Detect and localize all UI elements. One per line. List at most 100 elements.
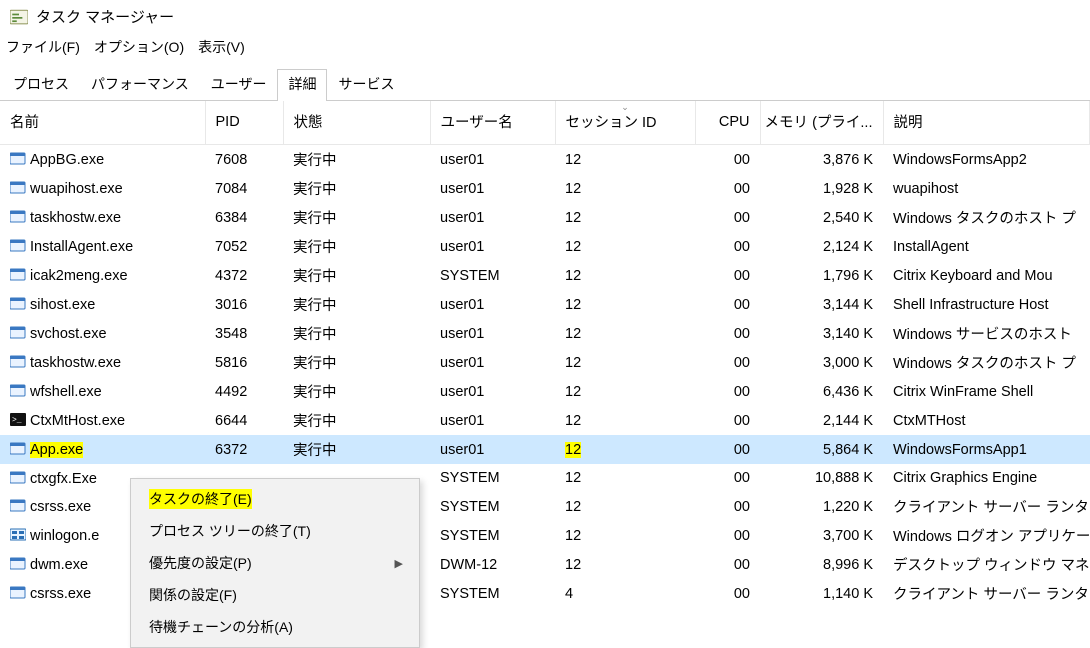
cell-memory: 8,996 K <box>760 550 883 579</box>
menu-view[interactable]: 表示(V) <box>198 37 245 57</box>
menu-file[interactable]: ファイル(F) <box>6 37 80 57</box>
tab-processes[interactable]: プロセス <box>2 69 80 100</box>
cell-pid: 6644 <box>205 406 283 435</box>
table-row[interactable]: wfshell.exe4492実行中user0112006,436 KCitri… <box>0 377 1090 406</box>
cell-cpu: 00 <box>695 406 760 435</box>
table-row[interactable]: svchost.exe3548実行中user0112003,140 KWindo… <box>0 319 1090 348</box>
cell-pid: 7608 <box>205 145 283 175</box>
cell-memory: 10,888 K <box>760 464 883 492</box>
cell-name: svchost.exe <box>0 319 205 348</box>
cell-memory: 6,436 K <box>760 377 883 406</box>
cell-user: SYSTEM <box>430 579 555 608</box>
cell-session: 12 <box>555 319 695 348</box>
cm-priority[interactable]: 優先度の設定(P)▶ <box>133 547 417 579</box>
cell-pid: 4372 <box>205 261 283 290</box>
cell-user: user01 <box>430 203 555 232</box>
cell-status: 実行中 <box>283 348 430 377</box>
cell-desc: InstallAgent <box>883 232 1090 261</box>
tab-details[interactable]: 詳細 <box>277 69 327 101</box>
table-row[interactable]: wuapihost.exe7084実行中user0112001,928 Kwua… <box>0 174 1090 203</box>
cell-session: 12 <box>555 435 695 464</box>
cm-end-tree[interactable]: プロセス ツリーの終了(T) <box>133 515 417 547</box>
cell-cpu: 00 <box>695 174 760 203</box>
col-header-cpu[interactable]: CPU <box>695 101 760 145</box>
cell-cpu: 00 <box>695 550 760 579</box>
menu-bar: ファイル(F) オプション(O) 表示(V) <box>0 33 1090 67</box>
cell-user: SYSTEM <box>430 492 555 521</box>
cell-pid: 7084 <box>205 174 283 203</box>
col-header-description[interactable]: 説明 <box>883 101 1090 145</box>
cell-session: 12 <box>555 377 695 406</box>
col-header-pid[interactable]: PID <box>205 101 283 145</box>
title-bar: タスク マネージャー <box>0 0 1090 33</box>
cell-desc: Windows タスクのホスト プ <box>883 203 1090 232</box>
cell-user: SYSTEM <box>430 261 555 290</box>
cell-desc: Windows タスクのホスト プ <box>883 348 1090 377</box>
cell-session: 12 <box>555 406 695 435</box>
cell-desc: デスクトップ ウィンドウ マネージ <box>883 550 1090 579</box>
cell-name: AppBG.exe <box>0 145 205 175</box>
cell-cpu: 00 <box>695 348 760 377</box>
cm-end-task[interactable]: タスクの終了(E) <box>133 483 417 515</box>
cell-desc: Shell Infrastructure Host <box>883 290 1090 319</box>
process-icon <box>10 383 26 399</box>
col-header-session[interactable]: ⌄セッション ID <box>555 101 695 145</box>
cell-cpu: 00 <box>695 377 760 406</box>
cell-status: 実行中 <box>283 319 430 348</box>
col-header-name[interactable]: 名前 <box>0 101 205 145</box>
process-icon <box>10 180 26 196</box>
table-row[interactable]: icak2meng.exe4372実行中SYSTEM12001,796 KCit… <box>0 261 1090 290</box>
cell-memory: 5,864 K <box>760 435 883 464</box>
cell-memory: 1,220 K <box>760 492 883 521</box>
cell-status: 実行中 <box>283 232 430 261</box>
col-header-user[interactable]: ユーザー名 <box>430 101 555 145</box>
cell-desc: Citrix Graphics Engine <box>883 464 1090 492</box>
cell-user: SYSTEM <box>430 464 555 492</box>
cell-memory: 3,140 K <box>760 319 883 348</box>
cell-user: user01 <box>430 435 555 464</box>
cell-memory: 1,928 K <box>760 174 883 203</box>
cell-status: 実行中 <box>283 203 430 232</box>
cell-user: user01 <box>430 406 555 435</box>
col-header-status[interactable]: 状態 <box>283 101 430 145</box>
cm-affinity[interactable]: 関係の設定(F) <box>133 579 417 611</box>
table-row[interactable]: App.exe6372実行中user0112005,864 KWindowsFo… <box>0 435 1090 464</box>
cell-memory: 3,876 K <box>760 145 883 175</box>
table-header-row: 名前 PID 状態 ユーザー名 ⌄セッション ID CPU メモリ (プライ..… <box>0 101 1090 145</box>
tab-services[interactable]: サービス <box>327 69 405 100</box>
table-row[interactable]: taskhostw.exe6384実行中user0112002,540 KWin… <box>0 203 1090 232</box>
cell-status: 実行中 <box>283 145 430 175</box>
table-row[interactable]: AppBG.exe7608実行中user0112003,876 KWindows… <box>0 145 1090 175</box>
process-icon: >_ <box>10 412 26 428</box>
cell-name: App.exe <box>0 435 205 464</box>
window-title: タスク マネージャー <box>36 6 174 27</box>
table-row[interactable]: sihost.exe3016実行中user0112003,144 KShell … <box>0 290 1090 319</box>
cell-cpu: 00 <box>695 579 760 608</box>
cell-pid: 7052 <box>205 232 283 261</box>
cell-memory: 1,796 K <box>760 261 883 290</box>
cell-user: user01 <box>430 174 555 203</box>
tab-users[interactable]: ユーザー <box>200 69 278 100</box>
tab-performance[interactable]: パフォーマンス <box>80 69 200 100</box>
cell-name: sihost.exe <box>0 290 205 319</box>
cell-status: 実行中 <box>283 435 430 464</box>
table-row[interactable]: taskhostw.exe5816実行中user0112003,000 KWin… <box>0 348 1090 377</box>
cell-user: user01 <box>430 319 555 348</box>
submenu-arrow-icon: ▶ <box>395 557 403 570</box>
process-icon <box>10 556 26 572</box>
cell-memory: 2,144 K <box>760 406 883 435</box>
menu-options[interactable]: オプション(O) <box>94 37 184 57</box>
cell-session: 12 <box>555 290 695 319</box>
table-row[interactable]: >_CtxMtHost.exe6644実行中user0112002,144 KC… <box>0 406 1090 435</box>
table-row[interactable]: InstallAgent.exe7052実行中user0112002,124 K… <box>0 232 1090 261</box>
col-header-memory[interactable]: メモリ (プライ... <box>760 101 883 145</box>
process-icon <box>10 209 26 225</box>
cm-analyze[interactable]: 待機チェーンの分析(A) <box>133 611 417 643</box>
cell-pid: 4492 <box>205 377 283 406</box>
process-icon <box>10 470 26 486</box>
cell-user: user01 <box>430 145 555 175</box>
cell-pid: 6372 <box>205 435 283 464</box>
cell-memory: 3,000 K <box>760 348 883 377</box>
cell-user: user01 <box>430 348 555 377</box>
cell-session: 12 <box>555 492 695 521</box>
